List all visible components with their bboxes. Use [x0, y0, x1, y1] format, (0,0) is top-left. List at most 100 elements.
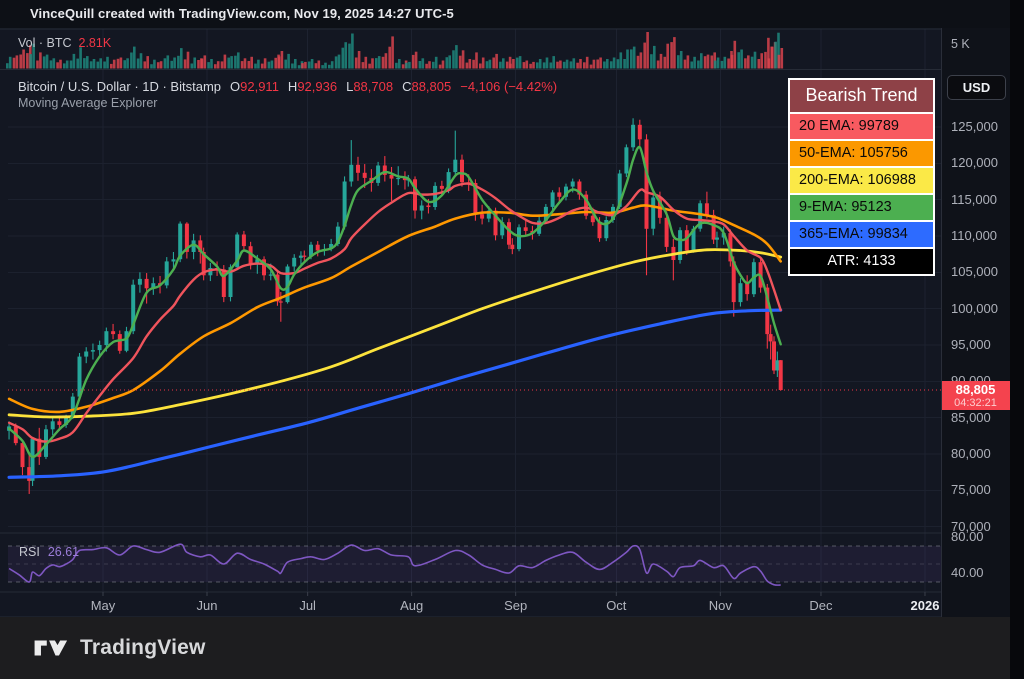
candle-body [426, 206, 430, 208]
volume-bar [734, 41, 737, 69]
volume-bar [301, 63, 304, 68]
candle-body [145, 279, 149, 288]
volume-bar [760, 53, 763, 68]
candle-body [517, 227, 521, 249]
time-axis-month-label[interactable]: May [91, 598, 116, 613]
volume-bar [254, 64, 257, 69]
volume-bar [673, 37, 676, 68]
time-axis-month-label[interactable]: Jun [197, 598, 218, 613]
volume-bar [257, 60, 260, 69]
volume-bar [210, 59, 213, 69]
volume-bar [335, 56, 338, 68]
candle-body [104, 331, 108, 345]
volume-bar [342, 48, 345, 69]
time-axis-month-label[interactable]: Jul [299, 598, 316, 613]
volume-bar [160, 61, 163, 68]
volume-bar [106, 57, 109, 69]
time-axis-month-label[interactable]: Oct [606, 598, 626, 613]
volume-bar [153, 60, 156, 69]
volume-bar [550, 63, 553, 69]
attribution-bar: VinceQuill created with TradingView.com,… [0, 0, 1024, 28]
time-axis-month-label[interactable]: Aug [400, 598, 423, 613]
price-tick-label: 75,000 [951, 482, 991, 497]
volume-bar [446, 57, 449, 68]
footer-bar: TradingView [0, 617, 1024, 679]
volume-bar [324, 63, 327, 69]
candle-body [125, 331, 129, 351]
volume-bar [472, 60, 475, 69]
volume-bar [466, 63, 469, 69]
volume-bar [391, 36, 394, 68]
candle-body [118, 334, 122, 351]
window-edge [1010, 0, 1024, 679]
volume-bar [197, 60, 200, 69]
volume-bar [53, 58, 56, 68]
volume-bar [76, 59, 79, 69]
volume-bar [362, 62, 365, 68]
volume-bar [606, 59, 609, 69]
volume-bar [754, 52, 757, 69]
currency-button[interactable]: USD [947, 75, 1006, 100]
volume-bar [214, 64, 217, 68]
volume-bar [56, 62, 59, 68]
volume-bar [375, 58, 378, 68]
volume-bar [744, 58, 747, 68]
volume-bar [697, 61, 700, 69]
candle-body [705, 203, 709, 215]
price-axis[interactable]: 5 K USD 125,000120,000115,000110,000105,… [941, 28, 1010, 622]
volume-bar [164, 58, 167, 68]
volume-bar [684, 60, 687, 69]
volume-bar [499, 62, 502, 69]
trend-row: 365-EMA: 99834 [790, 220, 933, 247]
volume-bar [368, 64, 371, 69]
candle-body [665, 218, 669, 247]
time-axis-month-label[interactable]: Sep [504, 598, 527, 613]
volume-bar [39, 52, 42, 68]
volume-bar [43, 56, 46, 68]
volume-bar [613, 58, 616, 69]
rsi-tick-label: 80.00 [951, 529, 984, 544]
tradingview-brand-text[interactable]: TradingView [80, 636, 206, 660]
volume-bar [593, 60, 596, 69]
volume-bar [120, 58, 123, 69]
time-axis[interactable]: May Jun Jul Aug Sep Oct Nov Dec 2026 [0, 592, 941, 617]
candle-body [269, 275, 273, 276]
volume-bar [204, 55, 207, 68]
tradingview-logo-icon[interactable] [34, 634, 70, 662]
volume-bar [462, 50, 465, 68]
volume-bar [63, 63, 66, 68]
candle-body [433, 186, 437, 207]
volume-bar [566, 60, 569, 69]
candle-body [638, 125, 642, 140]
candle-body [631, 125, 635, 148]
volume-bar [408, 62, 411, 69]
trend-rows: 20 EMA: 9978950-EMA: 105756200-EMA: 1069… [790, 112, 933, 274]
tradingview-chart-window: VinceQuill created with TradingView.com,… [0, 0, 1024, 679]
volume-bar [140, 53, 143, 68]
candle-body [624, 147, 628, 173]
volume-bar [281, 51, 284, 69]
volume-bar [573, 58, 576, 68]
volume-bar [751, 57, 754, 69]
volume-bar [264, 58, 267, 68]
candle-body [356, 165, 360, 173]
volume-bar [308, 62, 311, 69]
trend-row: 20 EMA: 99789 [790, 112, 933, 139]
volume-bar [583, 62, 586, 68]
volume-bar [637, 56, 640, 69]
time-axis-year-label[interactable]: 2026 [911, 598, 940, 613]
time-axis-month-label[interactable]: Dec [809, 598, 832, 613]
candle-body [98, 345, 102, 350]
volume-bar [546, 58, 549, 69]
volume-bar [86, 56, 89, 68]
volume-bar [711, 56, 714, 69]
volume-bar [717, 58, 720, 69]
volume-bar [268, 62, 271, 69]
volume-bar [405, 63, 408, 69]
volume-bar [402, 64, 405, 68]
time-axis-month-label[interactable]: Nov [709, 598, 732, 613]
volume-bar [523, 62, 526, 68]
volume-bar [126, 58, 129, 68]
volume-bar [331, 61, 334, 68]
candle-body [779, 360, 783, 390]
